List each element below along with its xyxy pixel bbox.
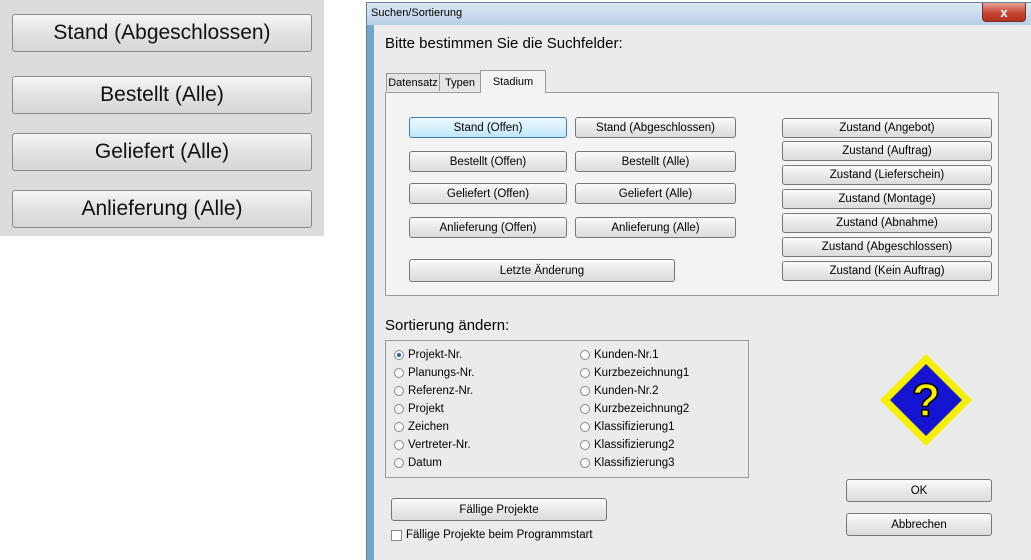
sort-radio-projekt[interactable]: Projekt bbox=[394, 403, 444, 415]
zoom-geliefert-alle-button[interactable]: Geliefert (Alle) bbox=[12, 133, 312, 171]
radio-icon bbox=[580, 368, 590, 378]
radio-icon bbox=[394, 458, 404, 468]
tab-datensatz[interactable]: Datensatz bbox=[386, 73, 440, 91]
sort-radio-kurzbezeichnung2[interactable]: Kurzbezeichnung2 bbox=[580, 403, 689, 415]
sort-radio-klassifizierung1[interactable]: Klassifizierung1 bbox=[580, 421, 675, 433]
sort-radio-vertreter-nr[interactable]: Vertreter-Nr. bbox=[394, 439, 471, 451]
radio-label: Zeichen bbox=[408, 421, 449, 433]
geliefert-offen-button[interactable]: Geliefert (Offen) bbox=[409, 183, 567, 204]
anlieferung-offen-button[interactable]: Anlieferung (Offen) bbox=[409, 217, 567, 238]
anlieferung-alle-button[interactable]: Anlieferung (Alle) bbox=[575, 217, 736, 238]
checkbox-label: Fällige Projekte beim Programmstart bbox=[406, 529, 593, 541]
tab-stadium[interactable]: Stadium bbox=[480, 70, 546, 93]
sort-radio-klassifizierung2[interactable]: Klassifizierung2 bbox=[580, 439, 675, 451]
search-fields-heading: Bitte bestimmen Sie die Suchfelder: bbox=[385, 35, 623, 52]
faellige-projekte-checkbox[interactable]: Fällige Projekte beim Programmstart bbox=[391, 529, 593, 541]
zustand-montage-button[interactable]: Zustand (Montage) bbox=[782, 189, 992, 209]
radio-icon bbox=[580, 404, 590, 414]
letzte-aenderung-button[interactable]: Letzte Änderung bbox=[409, 259, 675, 282]
radio-label: Vertreter-Nr. bbox=[408, 439, 471, 451]
radio-label: Kurzbezeichnung2 bbox=[594, 403, 690, 415]
radio-selected-icon bbox=[394, 350, 404, 360]
sort-radio-datum[interactable]: Datum bbox=[394, 457, 442, 469]
sort-radio-planungs-nr[interactable]: Planungs-Nr. bbox=[394, 367, 474, 379]
checkbox-icon bbox=[391, 529, 402, 541]
cancel-button[interactable]: Abbrechen bbox=[846, 513, 992, 536]
sort-radio-kurzbezeichnung1[interactable]: Kurzbezeichnung1 bbox=[580, 367, 689, 379]
sort-heading: Sortierung ändern: bbox=[385, 317, 510, 334]
sort-radio-zeichen[interactable]: Zeichen bbox=[394, 421, 449, 433]
zustand-abgeschlossen-button[interactable]: Zustand (Abgeschlossen) bbox=[782, 237, 992, 257]
radio-icon bbox=[394, 386, 404, 396]
close-icon: x bbox=[1000, 4, 1008, 20]
ok-button[interactable]: OK bbox=[846, 479, 992, 502]
radio-icon bbox=[394, 368, 404, 378]
radio-icon bbox=[580, 386, 590, 396]
sort-options-group: Projekt-Nr. Planungs-Nr. Referenz-Nr. Pr… bbox=[385, 340, 749, 478]
radio-icon bbox=[394, 422, 404, 432]
zoom-bestellt-alle-button[interactable]: Bestellt (Alle) bbox=[12, 76, 312, 114]
sort-radio-kunden-nr1[interactable]: Kunden-Nr.1 bbox=[580, 349, 659, 361]
radio-label: Referenz-Nr. bbox=[408, 385, 474, 397]
radio-icon bbox=[394, 440, 404, 450]
radio-label: Datum bbox=[408, 457, 442, 469]
radio-icon bbox=[394, 404, 404, 414]
sort-radio-projekt-nr[interactable]: Projekt-Nr. bbox=[394, 349, 462, 361]
stadium-tab-panel: Stand (Offen) Bestellt (Offen) Geliefert… bbox=[385, 92, 999, 296]
zoomed-button-panel: Stand (Abgeschlossen) Bestellt (Alle) Ge… bbox=[0, 0, 324, 236]
bestellt-alle-button[interactable]: Bestellt (Alle) bbox=[575, 151, 736, 172]
zustand-lieferschein-button[interactable]: Zustand (Lieferschein) bbox=[782, 165, 992, 185]
radio-label: Klassifizierung3 bbox=[594, 457, 675, 469]
help-question-icon: ? bbox=[880, 354, 972, 446]
zustand-angebot-button[interactable]: Zustand (Angebot) bbox=[782, 118, 992, 138]
zustand-abnahme-button[interactable]: Zustand (Abnahme) bbox=[782, 213, 992, 233]
dialog-title: Suchen/Sortierung bbox=[371, 7, 463, 19]
radio-icon bbox=[580, 350, 590, 360]
zoom-anlieferung-alle-button[interactable]: Anlieferung (Alle) bbox=[12, 190, 312, 228]
radio-icon bbox=[580, 440, 590, 450]
sort-radio-kunden-nr2[interactable]: Kunden-Nr.2 bbox=[580, 385, 659, 397]
dialog-client-area: Bitte bestimmen Sie die Suchfelder: Date… bbox=[374, 25, 1031, 560]
radio-icon bbox=[580, 422, 590, 432]
sort-radio-klassifizierung3[interactable]: Klassifizierung3 bbox=[580, 457, 675, 469]
radio-label: Klassifizierung1 bbox=[594, 421, 675, 433]
faellige-projekte-button[interactable]: Fällige Projekte bbox=[391, 498, 607, 521]
radio-label: Planungs-Nr. bbox=[408, 367, 475, 379]
geliefert-alle-button[interactable]: Geliefert (Alle) bbox=[575, 183, 736, 204]
title-bar[interactable]: Suchen/Sortierung x bbox=[367, 3, 1031, 25]
zustand-auftrag-button[interactable]: Zustand (Auftrag) bbox=[782, 141, 992, 161]
radio-label: Kurzbezeichnung1 bbox=[594, 367, 690, 379]
help-glyph: ? bbox=[912, 374, 940, 426]
stand-offen-button[interactable]: Stand (Offen) bbox=[409, 117, 567, 138]
tab-typen[interactable]: Typen bbox=[439, 73, 481, 91]
radio-label: Projekt bbox=[408, 403, 444, 415]
search-sort-dialog: Suchen/Sortierung x Bitte bestimmen Sie … bbox=[366, 2, 1031, 560]
zustand-kein-auftrag-button[interactable]: Zustand (Kein Auftrag) bbox=[782, 261, 992, 281]
zoom-stand-abgeschlossen-button[interactable]: Stand (Abgeschlossen) bbox=[12, 14, 312, 52]
radio-label: Kunden-Nr.2 bbox=[594, 385, 659, 397]
stand-abgeschlossen-button[interactable]: Stand (Abgeschlossen) bbox=[575, 117, 736, 138]
bestellt-offen-button[interactable]: Bestellt (Offen) bbox=[409, 151, 567, 172]
radio-label: Projekt-Nr. bbox=[408, 349, 463, 361]
sort-radio-referenz-nr[interactable]: Referenz-Nr. bbox=[394, 385, 473, 397]
close-button[interactable]: x bbox=[982, 3, 1026, 22]
radio-icon bbox=[580, 458, 590, 468]
radio-label: Klassifizierung2 bbox=[594, 439, 675, 451]
radio-label: Kunden-Nr.1 bbox=[594, 349, 659, 361]
